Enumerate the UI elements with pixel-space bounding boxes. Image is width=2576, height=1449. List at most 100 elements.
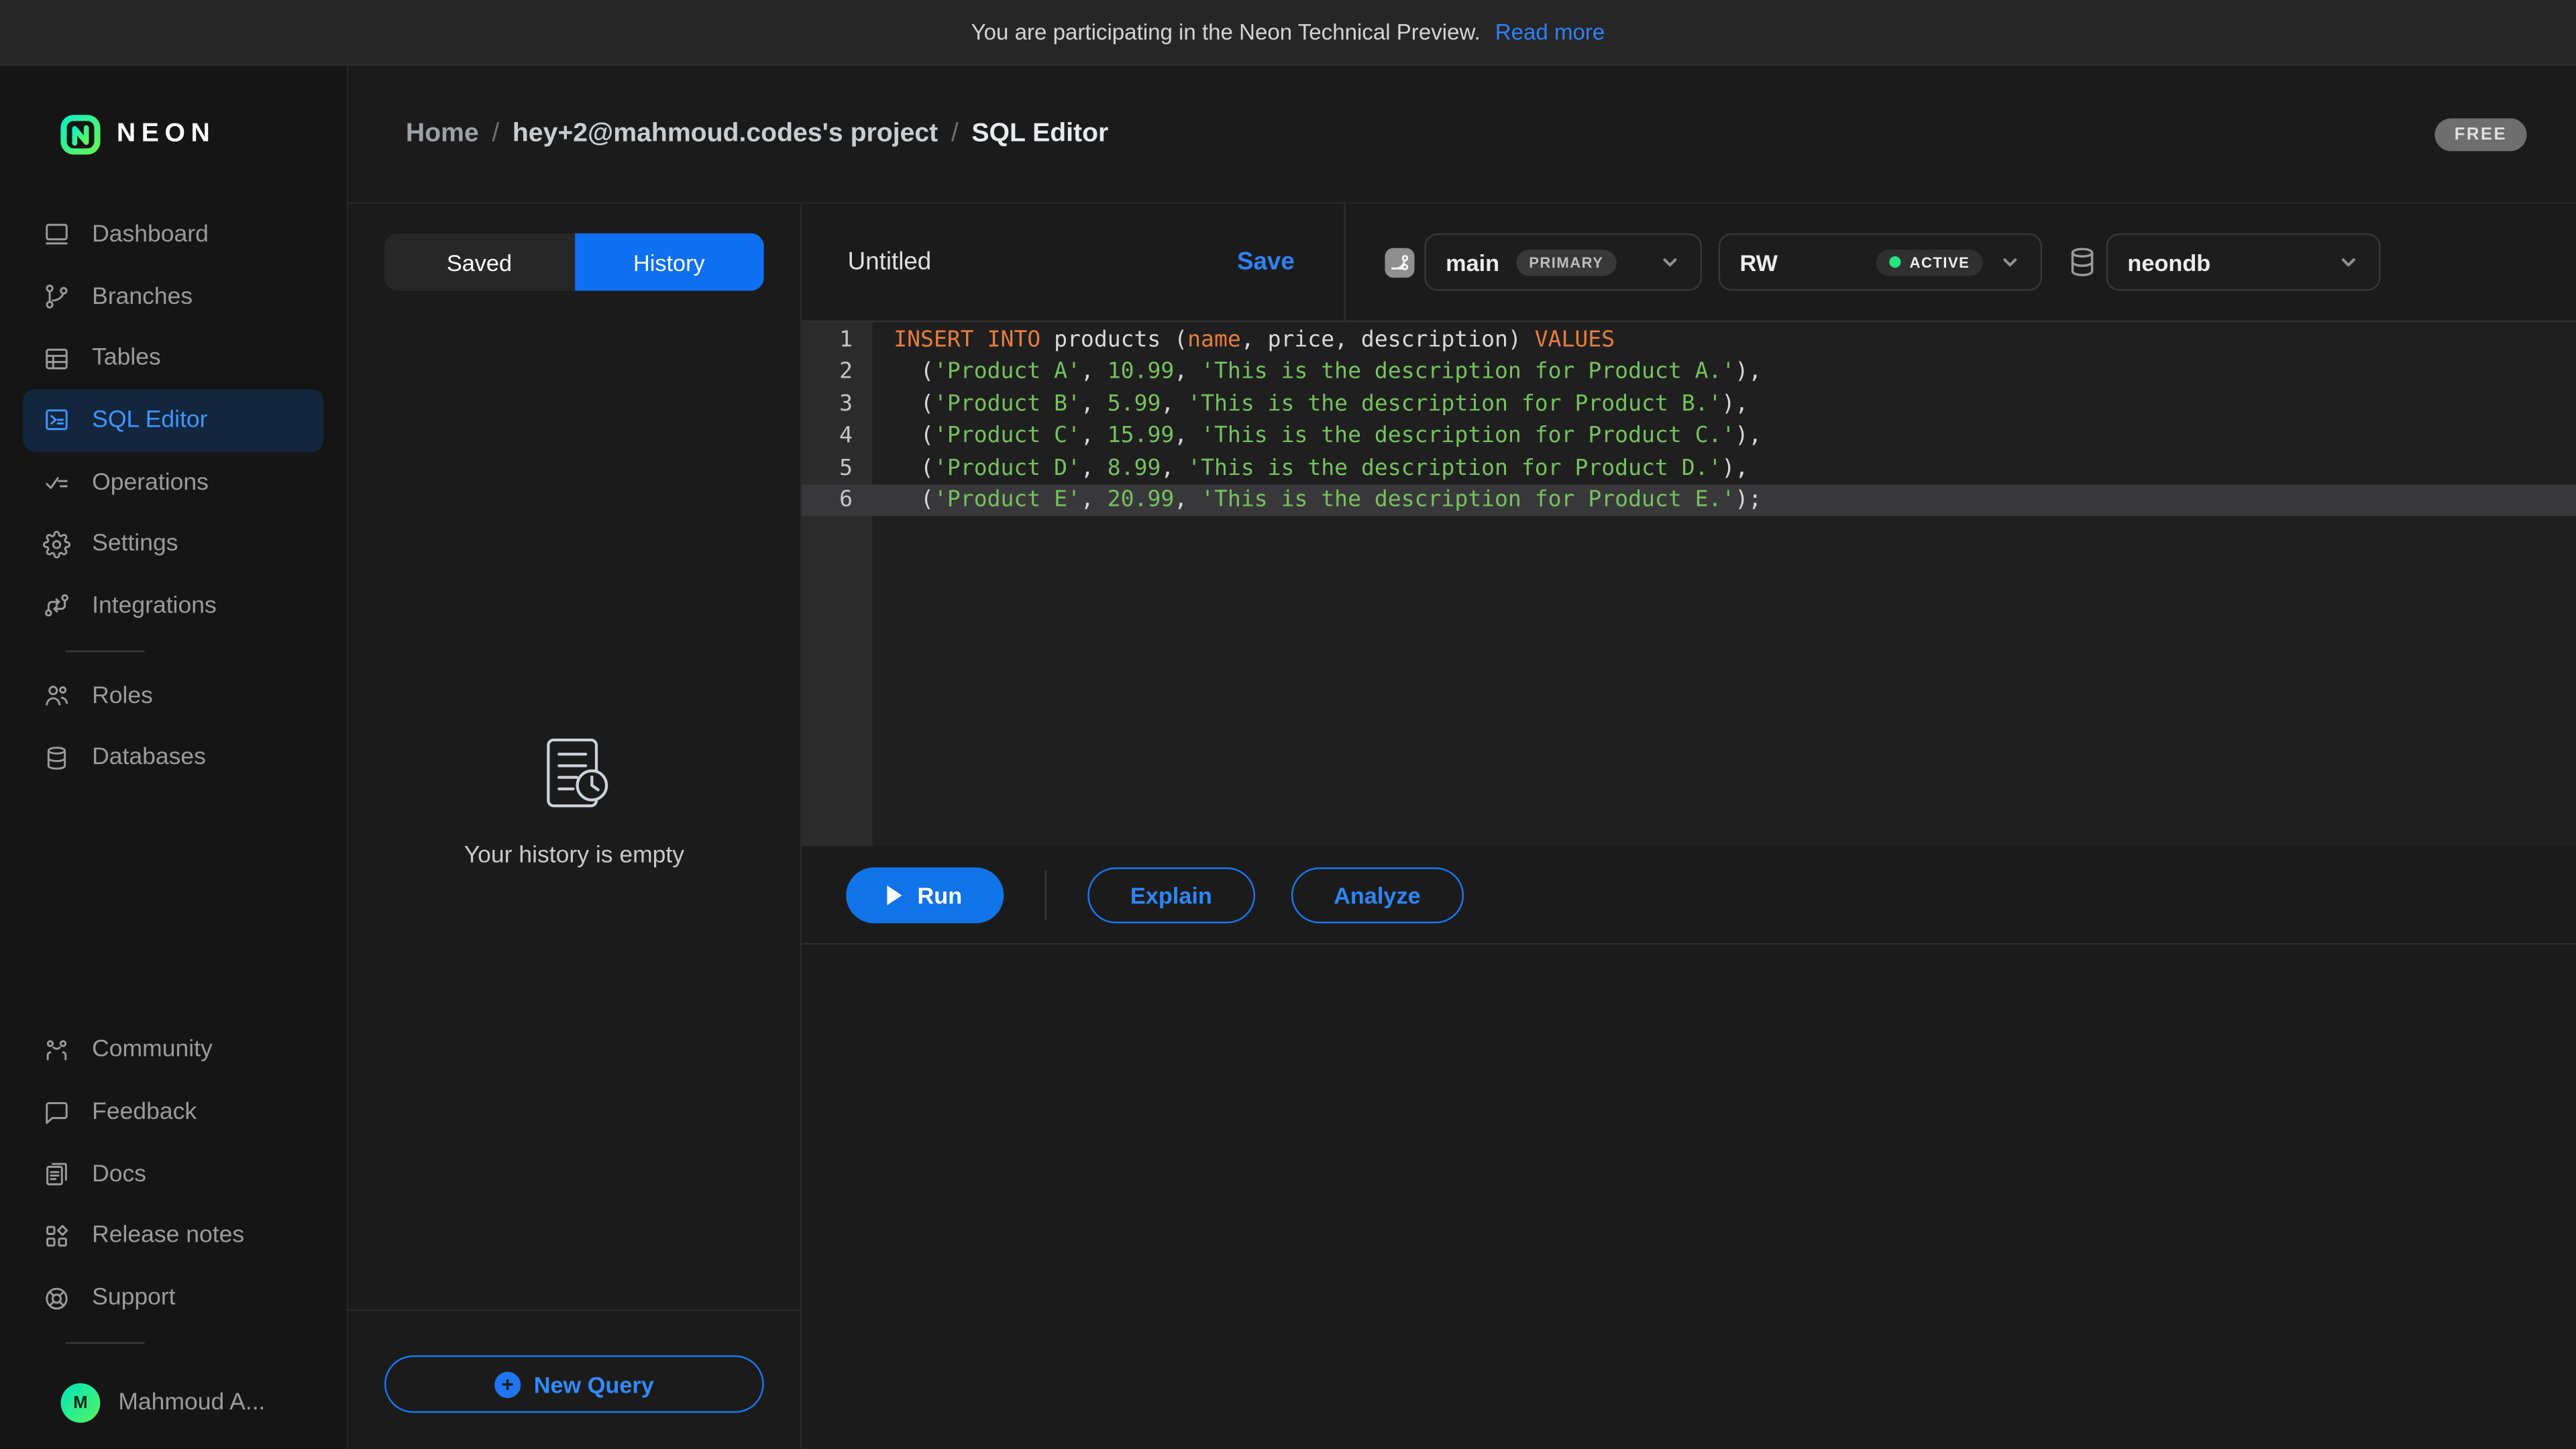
line-number: 1 (802, 325, 872, 358)
community-icon (43, 1036, 71, 1065)
breadcrumb: Home / hey+2@mahmoud.codes's project / S… (406, 119, 1108, 149)
sidebar-item-label: Integrations (92, 593, 217, 619)
branch-name: main (1446, 249, 1499, 275)
sidebar-item-settings[interactable]: Settings (23, 513, 323, 575)
sidebar-item-integrations[interactable]: Integrations (23, 575, 323, 637)
technical-preview-banner: You are participating in the Neon Techni… (0, 0, 2576, 66)
sidebar-item-label: Community (92, 1037, 213, 1063)
read-more-link[interactable]: Read more (1495, 19, 1605, 44)
support-icon (43, 1284, 71, 1312)
release-notes-icon (43, 1222, 71, 1250)
sidebar-item-operations[interactable]: Operations (23, 451, 323, 513)
code-line-text: ('Product D', 8.99, 'This is the descrip… (872, 453, 2576, 485)
sidebar-item-branches[interactable]: Branches (23, 266, 323, 327)
plan-badge: FREE (2434, 117, 2526, 150)
compute-selector[interactable]: RW ACTIVE (1719, 233, 2042, 291)
code-line[interactable]: 2 ('Product A', 10.99, 'This is the desc… (802, 357, 2576, 389)
tab-saved[interactable]: Saved (384, 233, 574, 291)
sidebar-item-tables[interactable]: Tables (23, 327, 323, 389)
query-title[interactable]: Untitled (848, 248, 932, 276)
active-dot-icon (1890, 256, 1901, 268)
databases-icon (43, 744, 71, 772)
account-name: Mahmoud A... (118, 1390, 265, 1416)
primary-nav: Dashboard Branches Tables (0, 204, 347, 789)
new-query-label: New Query (534, 1371, 654, 1397)
code-line[interactable]: 4 ('Product C', 15.99, 'This is the desc… (802, 421, 2576, 453)
branch-selector[interactable]: main PRIMARY (1424, 233, 1702, 291)
code-line[interactable]: 5 ('Product D', 8.99, 'This is the descr… (802, 453, 2576, 485)
sidebar-item-label: Databases (92, 745, 206, 771)
sidebar-item-community[interactable]: Community (23, 1020, 323, 1081)
app-root: You are participating in the Neon Techni… (0, 0, 2576, 1449)
sidebar-item-label: Docs (92, 1161, 146, 1187)
sidebar-item-label: Operations (92, 469, 209, 495)
operations-icon (43, 468, 71, 496)
explain-button[interactable]: Explain (1087, 867, 1254, 922)
breadcrumb-separator: / (492, 119, 499, 149)
saved-history-tabs: Saved History (384, 233, 764, 291)
results-panel (802, 945, 2576, 1449)
active-badge: ACTIVE (1877, 249, 1983, 275)
tab-history[interactable]: History (574, 233, 764, 291)
code-line[interactable]: 1INSERT INTO products (name, price, desc… (802, 325, 2576, 358)
sidebar-item-databases[interactable]: Databases (23, 727, 323, 789)
history-footer: + New Query (348, 1309, 800, 1449)
code-line-text: ('Product C', 15.99, 'This is the descri… (872, 421, 2576, 453)
sidebar-divider (66, 1342, 145, 1344)
sidebar: NEON Dashboard Branches (0, 66, 348, 1449)
code-line[interactable]: 3 ('Product B', 5.99, 'This is the descr… (802, 389, 2576, 421)
sidebar-item-docs[interactable]: Docs (23, 1143, 323, 1205)
sidebar-item-label: Support (92, 1285, 175, 1311)
new-query-button[interactable]: + New Query (384, 1355, 764, 1413)
chevron-down-icon (1999, 252, 2021, 273)
sidebar-item-label: Dashboard (92, 221, 209, 248)
sidebar-item-label: Tables (92, 345, 161, 372)
code-line-text: ('Product A', 10.99, 'This is the descri… (872, 357, 2576, 389)
run-bar: Run Explain Analyze (802, 846, 2576, 945)
sidebar-item-sql-editor[interactable]: SQL Editor (23, 390, 323, 451)
roles-icon (43, 682, 71, 710)
sidebar-item-label: SQL Editor (92, 407, 207, 433)
account-menu[interactable]: M Mahmoud A... (0, 1357, 347, 1449)
banner-text: You are participating in the Neon Techni… (971, 19, 1481, 44)
sidebar-item-roles[interactable]: Roles (23, 665, 323, 727)
run-button[interactable]: Run (846, 867, 1004, 922)
tables-icon (43, 345, 71, 373)
primary-badge: PRIMARY (1516, 249, 1617, 275)
sidebar-item-label: Branches (92, 284, 193, 310)
breadcrumb-section: SQL Editor (971, 119, 1108, 149)
breadcrumb-home[interactable]: Home (406, 119, 479, 149)
runbar-divider (1045, 870, 1046, 919)
sidebar-item-label: Release notes (92, 1223, 244, 1249)
history-empty-text: Your history is empty (464, 843, 684, 869)
breadcrumb-project[interactable]: hey+2@mahmoud.codes's project (513, 119, 938, 149)
line-number: 4 (802, 421, 872, 453)
database-selector[interactable]: neondb (2106, 233, 2381, 291)
save-button[interactable]: Save (1237, 248, 1295, 276)
sidebar-item-feedback[interactable]: Feedback (23, 1081, 323, 1143)
code-editor[interactable]: 1INSERT INTO products (name, price, desc… (802, 322, 2576, 846)
code-line-text: INSERT INTO products (name, price, descr… (872, 325, 2576, 358)
page-header: Home / hey+2@mahmoud.codes's project / S… (348, 66, 2576, 204)
branches-icon (43, 282, 71, 311)
neon-logo[interactable]: NEON (0, 66, 347, 204)
chevron-down-icon (2338, 252, 2359, 273)
code-line-text: ('Product B', 5.99, 'This is the descrip… (872, 389, 2576, 421)
analyze-button[interactable]: Analyze (1291, 867, 1463, 922)
settings-icon (43, 530, 71, 558)
code-line[interactable]: 6 ('Product E', 20.99, 'This is the desc… (802, 485, 2576, 517)
database-icon (2068, 246, 2096, 278)
sql-editor-panel: Untitled Save (802, 204, 2576, 1449)
line-number: 3 (802, 389, 872, 421)
neon-wordmark: NEON (117, 120, 216, 150)
sidebar-item-dashboard[interactable]: Dashboard (23, 204, 323, 266)
play-icon (888, 885, 902, 904)
sidebar-item-label: Feedback (92, 1099, 197, 1126)
line-number: 2 (802, 357, 872, 389)
feedback-icon (43, 1098, 71, 1126)
chevron-down-icon (1659, 252, 1680, 273)
sidebar-item-release-notes[interactable]: Release notes (23, 1205, 323, 1267)
sidebar-item-support[interactable]: Support (23, 1267, 323, 1329)
database-name: neondb (2127, 249, 2210, 275)
support-nav: Community Feedback Docs (0, 1020, 347, 1329)
